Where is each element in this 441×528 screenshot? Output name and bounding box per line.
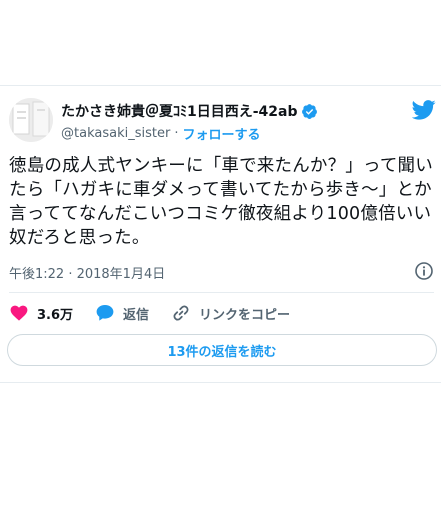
divider <box>9 292 434 293</box>
verified-badge-icon <box>301 103 318 120</box>
like-button[interactable]: 3.6万 <box>9 303 73 323</box>
separator-dot: · <box>174 125 179 141</box>
avatar[interactable] <box>9 98 53 142</box>
heart-icon <box>9 303 29 323</box>
reply-label: 返信 <box>123 307 150 323</box>
speech-bubble-icon <box>95 303 115 323</box>
reply-button[interactable]: 返信 <box>95 303 149 323</box>
twitter-bird-icon[interactable] <box>411 100 436 120</box>
follow-button[interactable]: フォローする <box>182 124 260 143</box>
author-row: たかさき姉貴＠夏ｺﾐ1日目西え-42ab <box>61 101 318 121</box>
tweet-text: 徳島の成人式ヤンキーに「車で来たんか？」って聞いたら「ハガキに車ダメって書いてた… <box>9 156 433 248</box>
tweet-timestamp[interactable]: 午後1:22 · 2018年1月4日 <box>9 263 165 282</box>
info-icon[interactable] <box>414 261 434 281</box>
handle-row: @takasaki_sister · フォローする <box>61 124 260 143</box>
copy-link-label: リンクをコピー <box>199 307 291 323</box>
like-count: 3.6万 <box>37 307 74 323</box>
tweet-card: たかさき姉貴＠夏ｺﾐ1日目西え-42ab @takasaki_sister · … <box>0 85 441 383</box>
read-replies-button[interactable]: 13件の返信を読む <box>7 334 437 366</box>
action-bar: 3.6万 返信 リンクをコピー <box>9 301 312 325</box>
copy-link-button[interactable]: リンクをコピー <box>171 303 290 323</box>
author-handle[interactable]: @takasaki_sister <box>61 126 170 141</box>
author-name[interactable]: たかさき姉貴＠夏ｺﾐ1日目西え-42ab <box>61 101 298 121</box>
link-icon <box>171 303 191 323</box>
